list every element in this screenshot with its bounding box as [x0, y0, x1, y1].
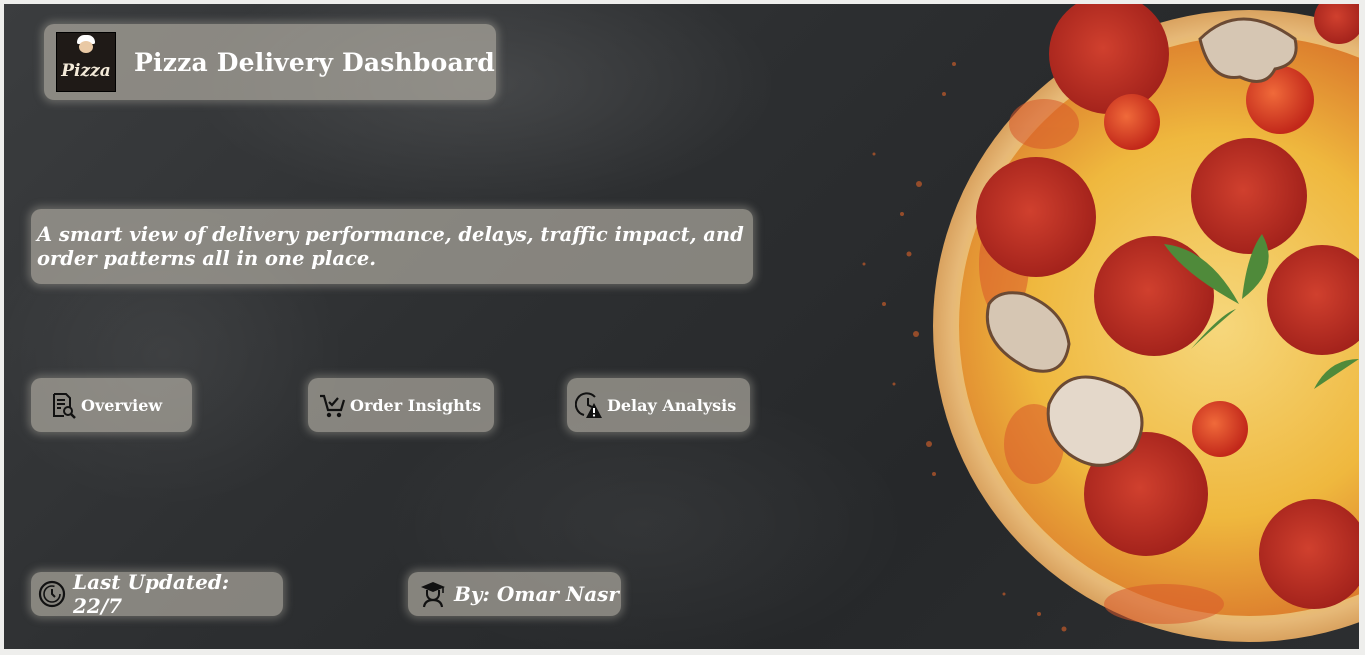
page-title: Pizza Delivery Dashboard: [134, 47, 495, 77]
description-banner: A smart view of delivery performance, de…: [31, 209, 753, 284]
pizza-logo: Pizza: [56, 32, 116, 92]
cart-check-icon: [320, 394, 346, 418]
author-badge: By: Omar Nasr: [408, 572, 621, 616]
logo-text: Pizza: [61, 61, 111, 81]
clock-warning-icon: [575, 392, 602, 418]
last-updated-badge: Last Updated: 22/7: [31, 570, 283, 618]
overview-button[interactable]: Overview: [31, 378, 192, 432]
header-banner: Pizza Pizza Delivery Dashboard: [44, 24, 496, 100]
order-insights-label: Order Insights: [350, 395, 482, 415]
last-updated-text: Last Updated: 22/7: [73, 570, 230, 618]
refresh-clock-icon: [38, 580, 66, 608]
overview-label: Overview: [81, 395, 163, 415]
author-text: By: Omar Nasr: [454, 582, 619, 606]
delay-analysis-button[interactable]: Delay Analysis: [567, 378, 750, 432]
page-subtitle: A smart view of delivery performance, de…: [37, 222, 744, 270]
document-search-icon: [53, 393, 76, 419]
pizza-image: [862, 4, 1359, 642]
dashboard-canvas: Pizza Pizza Delivery Dashboard A smart v…: [4, 4, 1359, 649]
order-insights-button[interactable]: Order Insights: [308, 378, 494, 432]
graduate-user-icon: [421, 582, 445, 608]
delay-analysis-label: Delay Analysis: [607, 395, 737, 415]
